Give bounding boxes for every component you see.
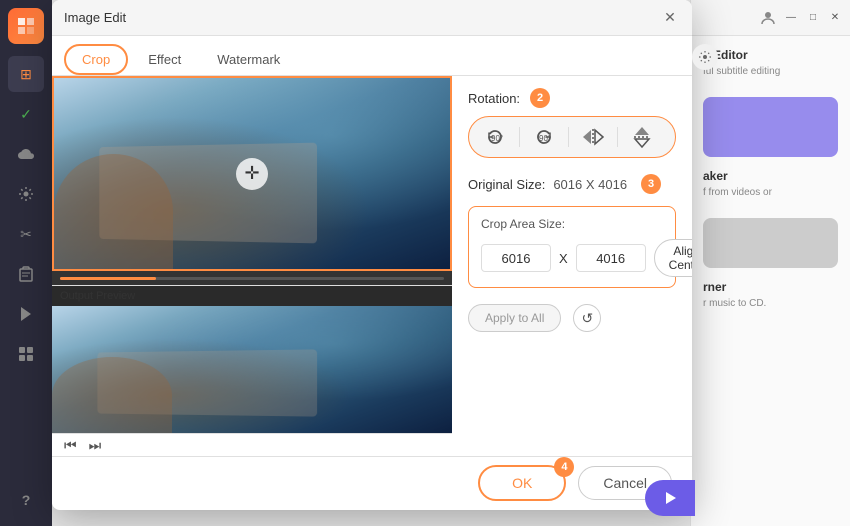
app-logo	[8, 8, 44, 44]
sidebar-item-help[interactable]: ?	[8, 482, 44, 518]
tab-watermark[interactable]: Watermark	[201, 44, 296, 75]
flip-vertical-button[interactable]	[624, 121, 660, 153]
sidebar-item-clipboard[interactable]	[8, 256, 44, 292]
original-size-value: 6016 X 4016	[553, 177, 627, 192]
reset-button[interactable]: ↺	[573, 304, 601, 332]
close-app-button[interactable]: ✕	[828, 11, 842, 25]
minimize-button[interactable]: —	[784, 11, 798, 25]
burner-title: rner	[703, 280, 838, 294]
preview-area: ✛ Output Preview ⏮	[52, 76, 452, 456]
crop-size-row: X Align Center	[481, 239, 663, 277]
original-size-row: Original Size: 6016 X 4016 3	[468, 174, 676, 194]
crop-area-box: Crop Area Size: X Align Center	[468, 206, 676, 288]
crop-x-separator: X	[559, 251, 568, 266]
right-panel-header: — □ ✕	[691, 0, 850, 36]
apply-row: Apply to All ↺	[468, 304, 676, 332]
rotate-left-button[interactable]: 90°	[477, 121, 513, 153]
settings-icon[interactable]	[692, 44, 718, 70]
dialog-close-button[interactable]: ✕	[660, 8, 680, 28]
maximize-button[interactable]: □	[806, 11, 820, 25]
editor-promo[interactable]	[703, 97, 838, 157]
dialog-tabs: Crop Effect Watermark	[52, 36, 692, 76]
sidebar-item-scissors[interactable]: ✂	[8, 216, 44, 252]
sidebar-item-play[interactable]	[8, 296, 44, 332]
svg-text:90°: 90°	[491, 134, 503, 143]
ok-button[interactable]: OK	[478, 465, 566, 501]
crop-height-input[interactable]	[576, 244, 646, 272]
sidebar-item-grid[interactable]	[8, 336, 44, 372]
sidebar-item-cloud[interactable]	[8, 136, 44, 172]
next-frame-button[interactable]: ⏭	[89, 437, 102, 454]
right-panel: — □ ✕ e Editor ful subtitle editing aker…	[690, 0, 850, 526]
dialog-body: ✛ Output Preview ⏮	[52, 76, 692, 456]
rotate-right-icon: 90°	[534, 127, 554, 147]
rotation-controls: 90° 90°	[468, 116, 676, 158]
prev-icon: ⏮	[64, 437, 77, 454]
rotate-left-icon: 90°	[485, 127, 505, 147]
tab-effect[interactable]: Effect	[132, 44, 197, 75]
apply-all-button[interactable]: Apply to All	[468, 304, 561, 332]
output-preview	[52, 306, 452, 433]
output-preview-label: Output Preview	[52, 285, 452, 306]
crop-cursor-icon: ✛	[236, 158, 268, 190]
crop-width-input[interactable]	[481, 244, 551, 272]
playback-controls: ⏮ ⏭	[52, 433, 452, 456]
timeline	[52, 271, 452, 285]
dialog-header: Image Edit ✕	[52, 0, 692, 36]
sidebar-item-home[interactable]: ⊞	[8, 56, 44, 92]
controls-area: Rotation: 2 90° 90°	[452, 76, 692, 456]
burner-sub: r music to CD.	[703, 298, 838, 309]
reset-icon: ↺	[582, 310, 594, 327]
image-edit-dialog: Image Edit ✕ Crop Effect Watermark ✛	[52, 0, 692, 510]
maker-title: aker	[703, 169, 838, 183]
flip-horizontal-icon	[582, 128, 604, 146]
timeline-progress	[60, 277, 156, 280]
flip-horizontal-button[interactable]	[575, 121, 611, 153]
user-icon	[760, 10, 776, 26]
editor-section: e Editor ful subtitle editing	[703, 48, 838, 77]
dialog-footer: OK 4 Cancel	[52, 456, 692, 508]
maker-promo[interactable]	[703, 218, 838, 268]
dialog-title: Image Edit	[64, 10, 126, 25]
rotation-step-badge: 2	[530, 88, 550, 108]
next-icon: ⏭	[89, 437, 102, 454]
crop-area-label: Crop Area Size:	[481, 217, 663, 231]
output-preview-image	[52, 306, 452, 433]
action-icon	[662, 490, 678, 506]
ok-button-wrapper: OK 4	[478, 465, 566, 501]
burner-section: rner r music to CD.	[703, 280, 838, 309]
original-size-label: Original Size:	[468, 177, 545, 192]
purple-action-button[interactable]	[645, 480, 695, 516]
align-center-button[interactable]: Align Center	[654, 239, 692, 277]
maker-sub: f from videos or	[703, 187, 838, 198]
rotation-label: Rotation: 2	[468, 88, 676, 108]
divider-3	[617, 127, 618, 147]
sidebar-item-tools[interactable]	[8, 176, 44, 212]
original-size-step-badge: 3	[641, 174, 661, 194]
maker-section: aker f from videos or	[703, 169, 838, 198]
rotate-right-button[interactable]: 90°	[526, 121, 562, 153]
sidebar-item-check[interactable]: ✓	[8, 96, 44, 132]
divider-2	[568, 127, 569, 147]
prev-frame-button[interactable]: ⏮	[64, 437, 77, 454]
main-preview: ✛	[52, 76, 452, 271]
divider-1	[519, 127, 520, 147]
right-panel-content: e Editor ful subtitle editing aker f fro…	[691, 36, 850, 341]
editor-title: e Editor	[703, 48, 838, 62]
flip-vertical-icon	[633, 126, 651, 148]
ok-step-badge: 4	[554, 457, 574, 477]
tab-crop[interactable]: Crop	[64, 44, 128, 75]
timeline-track[interactable]	[60, 277, 444, 280]
sidebar: ⊞ ✓ ✂	[0, 0, 52, 526]
editor-sub: ful subtitle editing	[703, 66, 838, 77]
